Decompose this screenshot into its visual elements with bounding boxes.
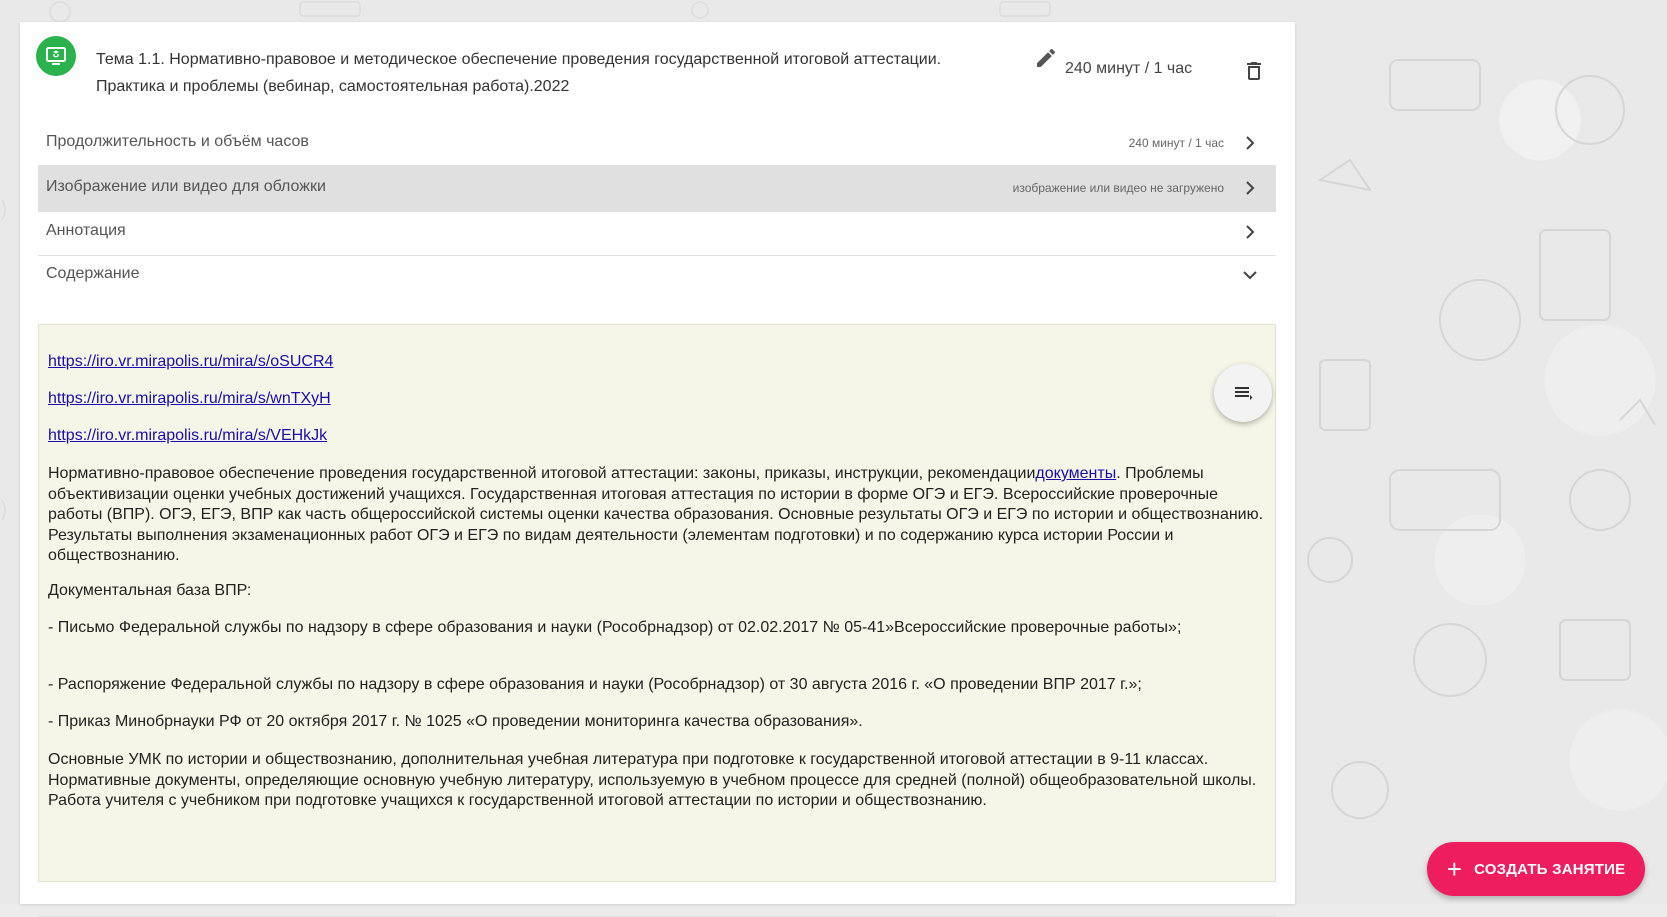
content-paragraph-4: - Распоряжение Федеральной службы по над… (48, 676, 1142, 693)
presentation-icon (46, 47, 66, 65)
documents-link[interactable]: документы (1035, 465, 1116, 482)
annotation-row-label: Аннотация (46, 222, 126, 239)
topic-icon (36, 36, 76, 76)
delete-icon[interactable] (1242, 59, 1266, 83)
content-paragraph-3: - Письмо Федеральной службы по надзору в… (48, 619, 1182, 636)
duration-row[interactable]: Продолжительность и объём часов 240 мину… (38, 120, 1276, 167)
cover-media-row[interactable]: Изображение или видео для обложки изобра… (38, 165, 1276, 212)
chevron-right-icon (1246, 136, 1255, 150)
edit-icon[interactable] (1034, 46, 1058, 70)
chevron-right-icon (1246, 225, 1255, 239)
create-lesson-label: СОЗДАТЬ ЗАНЯТИЕ (1474, 860, 1626, 878)
annotation-row[interactable]: Аннотация (38, 209, 1276, 256)
content-paragraph-2: Документальная база ВПР: (48, 582, 252, 599)
toc-button[interactable] (1214, 364, 1272, 422)
content-paragraph-1: Нормативно-правовое обеспечение проведен… (48, 464, 1268, 567)
cover-media-row-label: Изображение или видео для обложки (46, 178, 326, 195)
list-icon (1235, 387, 1253, 400)
chevron-right-icon (1246, 181, 1255, 195)
content-paragraph-5: - Приказ Минобрнауки РФ от 20 октября 20… (48, 713, 863, 730)
paragraph-1-text: Нормативно-правовое обеспечение проведен… (48, 465, 1036, 482)
content-paragraph-6: Основные УМК по истории и обществознанию… (48, 751, 1257, 809)
cover-media-row-value: изображение или видео не загружено (1012, 181, 1224, 195)
content-row-label: Содержание (46, 265, 140, 282)
content-link-1[interactable]: https://iro.vr.mirapolis.ru/mira/s/oSUCR… (48, 353, 333, 371)
content-body: https://iro.vr.mirapolis.ru/mira/s/oSUCR… (38, 324, 1276, 882)
plus-icon: + (1446, 854, 1463, 884)
content-row[interactable]: Содержание (38, 252, 1276, 298)
create-lesson-button[interactable]: + СОЗДАТЬ ЗАНЯТИЕ (1427, 842, 1645, 896)
content-link-3[interactable]: https://iro.vr.mirapolis.ru/mira/s/VEHkJ… (48, 427, 327, 445)
topic-duration: 240 минут / 1 час (1065, 60, 1193, 77)
topic-title: Тема 1.1. Нормативно-правовое и методиче… (96, 51, 942, 95)
lesson-card: Тема 1.1. Нормативно-правовое и методиче… (20, 22, 1295, 917)
duration-row-label: Продолжительность и объём часов (46, 133, 309, 150)
duration-row-value: 240 минут / 1 час (1128, 136, 1224, 150)
chevron-down-icon (1243, 271, 1257, 280)
topic-header: Тема 1.1. Нормативно-правовое и методиче… (20, 22, 1295, 122)
content-link-2[interactable]: https://iro.vr.mirapolis.ru/mira/s/wnTXy… (48, 390, 331, 408)
